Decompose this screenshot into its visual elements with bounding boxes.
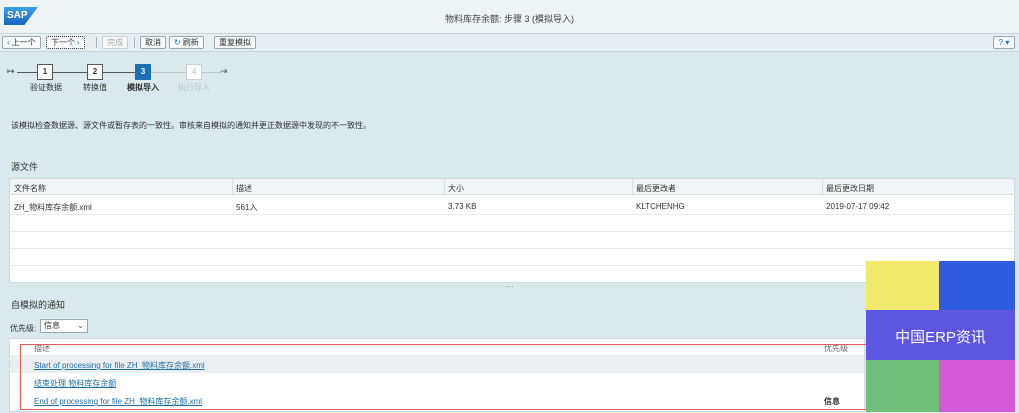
toolbar-separator [96, 37, 97, 48]
row-divider [10, 265, 1014, 266]
col-last-changed-date[interactable]: 最后更改日期 [826, 183, 874, 194]
step-connector [151, 72, 186, 73]
watermark-tile [866, 360, 939, 412]
watermark-tile [939, 360, 1015, 412]
help-button[interactable]: ? ▾ [993, 36, 1015, 49]
column-divider [822, 179, 823, 195]
priority-value: 信息 [44, 321, 60, 330]
watermark-tile [866, 261, 939, 310]
cell-changed-by: KLTCHENHG [636, 202, 685, 211]
resimulate-button[interactable]: 重复模拟 [214, 36, 256, 49]
row-divider [10, 214, 1014, 215]
step-4-label: 执行导入 [178, 83, 210, 92]
col-size[interactable]: 大小 [448, 183, 464, 194]
watermark-text: 中国ERP资讯 [895, 329, 986, 346]
chevron-down-icon: ⌄ [77, 321, 84, 330]
finish-button[interactable]: 完成 [102, 36, 128, 49]
step-connector [53, 72, 87, 73]
step-4: 4 [186, 64, 202, 80]
cell-size: 3.73 KB [448, 202, 477, 211]
cell-description: 561入 [236, 203, 258, 212]
chevron-left-icon: ‹ [7, 38, 10, 47]
step-3[interactable]: 3 [135, 64, 151, 80]
step-connector [103, 72, 135, 73]
notifications-title: 自模拟的通知 [11, 300, 66, 310]
step-1[interactable]: 1 [37, 64, 53, 80]
end-icon: ⇥ [220, 66, 228, 76]
source-file-table: 文件名称 描述 大小 最后更改者 最后更改日期 ZH_物料库存余额.xml 56… [9, 178, 1015, 283]
highlight-box [20, 344, 896, 410]
step-connector [202, 72, 222, 73]
prev-button[interactable]: ‹ 上一个 [2, 36, 41, 49]
cell-file-name: ZH_物料库存余额.xml [14, 203, 92, 212]
window-title: 物料库存余额: 步骤 3 (模拟导入) [444, 14, 574, 24]
col-last-changed-by[interactable]: 最后更改者 [636, 183, 676, 194]
col-description[interactable]: 描述 [236, 183, 252, 194]
priority-select[interactable]: 信息 ⌄ [40, 319, 88, 333]
toolbar-separator [134, 37, 135, 48]
table-header: 文件名称 描述 大小 最后更改者 最后更改日期 [10, 179, 1014, 195]
column-divider [632, 179, 633, 195]
row-divider [10, 248, 1014, 249]
chevron-right-icon: › [77, 38, 80, 47]
column-divider [444, 179, 445, 195]
watermark-tile [939, 261, 1015, 310]
next-button[interactable]: 下一个 › [46, 36, 85, 49]
help-icon: ? [998, 38, 1004, 47]
next-label: 下一个 [51, 38, 75, 47]
toolbar: ‹ 上一个 下一个 › 完成 取消 ↻ 刷新 重复模拟 ? ▾ [0, 34, 1019, 52]
step-2[interactable]: 2 [87, 64, 103, 80]
step-connector [17, 72, 37, 73]
refresh-icon: ↻ [174, 38, 181, 47]
column-divider [232, 179, 233, 195]
refresh-label: 刷新 [182, 38, 199, 47]
source-file-title: 源文件 [11, 162, 39, 172]
refresh-button[interactable]: ↻ 刷新 [169, 36, 204, 49]
start-icon: ↦ [7, 66, 15, 76]
cancel-button[interactable]: 取消 [140, 36, 166, 49]
col-file-name[interactable]: 文件名称 [14, 183, 46, 194]
priority-label: 优先级: [10, 324, 37, 333]
row-divider [10, 231, 1014, 232]
title-bar: SAP 物料库存余额: 步骤 3 (模拟导入) [0, 0, 1019, 34]
prev-label: 上一个 [11, 38, 36, 47]
cell-changed-date: 2019-07-17 09:42 [826, 202, 890, 211]
instruction-text: 该模拟检查数据源、源文件或暂存表的一致性。审核来自模拟的通知并更正数据源中发现的… [11, 121, 371, 130]
